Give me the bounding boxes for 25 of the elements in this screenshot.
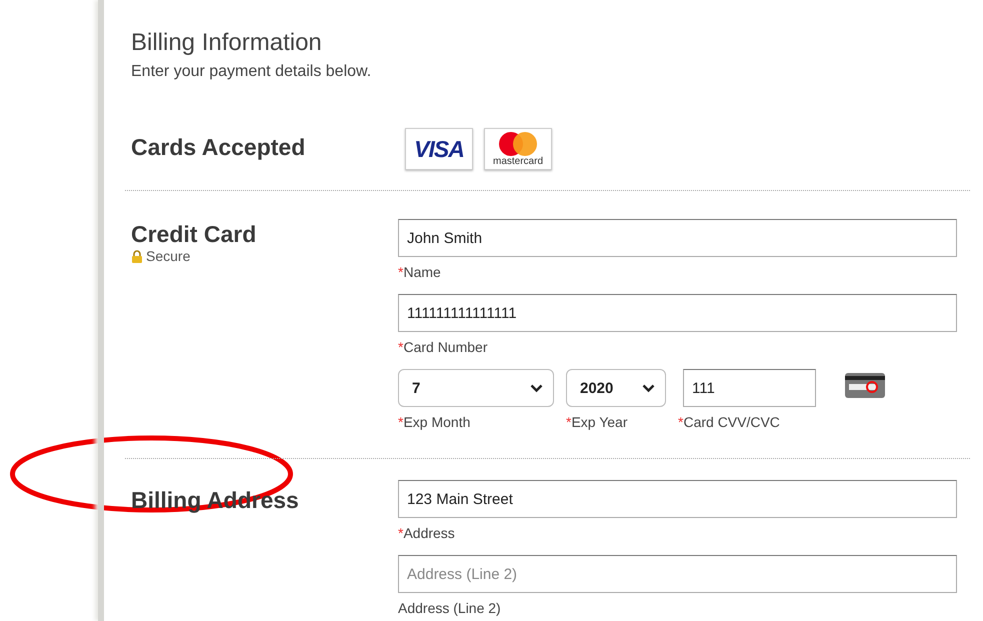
select-field[interactable]: 2020	[566, 369, 666, 407]
input-field[interactable]: 123 Main Street	[398, 480, 957, 518]
chevron-icon	[642, 384, 655, 392]
page-title: Billing Information	[131, 28, 323, 57]
lock-icon	[131, 250, 143, 262]
section-title: Credit Card	[131, 220, 258, 248]
field-label: *Exp Month	[398, 414, 472, 430]
secure-label: Secure	[146, 248, 190, 264]
section-title: Cards Accepted	[131, 133, 306, 161]
field-label: Address (Line 2)	[398, 600, 502, 616]
field-label: *Address	[398, 525, 456, 541]
input-field[interactable]: 111	[683, 369, 816, 407]
visa-logo: VISA	[405, 128, 473, 170]
page-subtitle: Enter your payment details below.	[131, 62, 372, 82]
field-label: *Name	[398, 264, 442, 280]
input-field[interactable]: 111111111111111	[398, 294, 957, 332]
select-field[interactable]: 7	[398, 369, 554, 407]
mastercard-logo: mastercard	[484, 128, 552, 170]
field-label: *Exp Year	[566, 414, 629, 430]
field-label: *Card Number	[398, 339, 488, 355]
input-field[interactable]: John Smith	[398, 219, 957, 257]
input-field[interactable]: Address (Line 2)	[398, 555, 957, 593]
field-label: *Card CVV/CVC	[678, 414, 781, 430]
card-back-icon	[845, 373, 885, 398]
chevron-icon	[530, 384, 543, 392]
